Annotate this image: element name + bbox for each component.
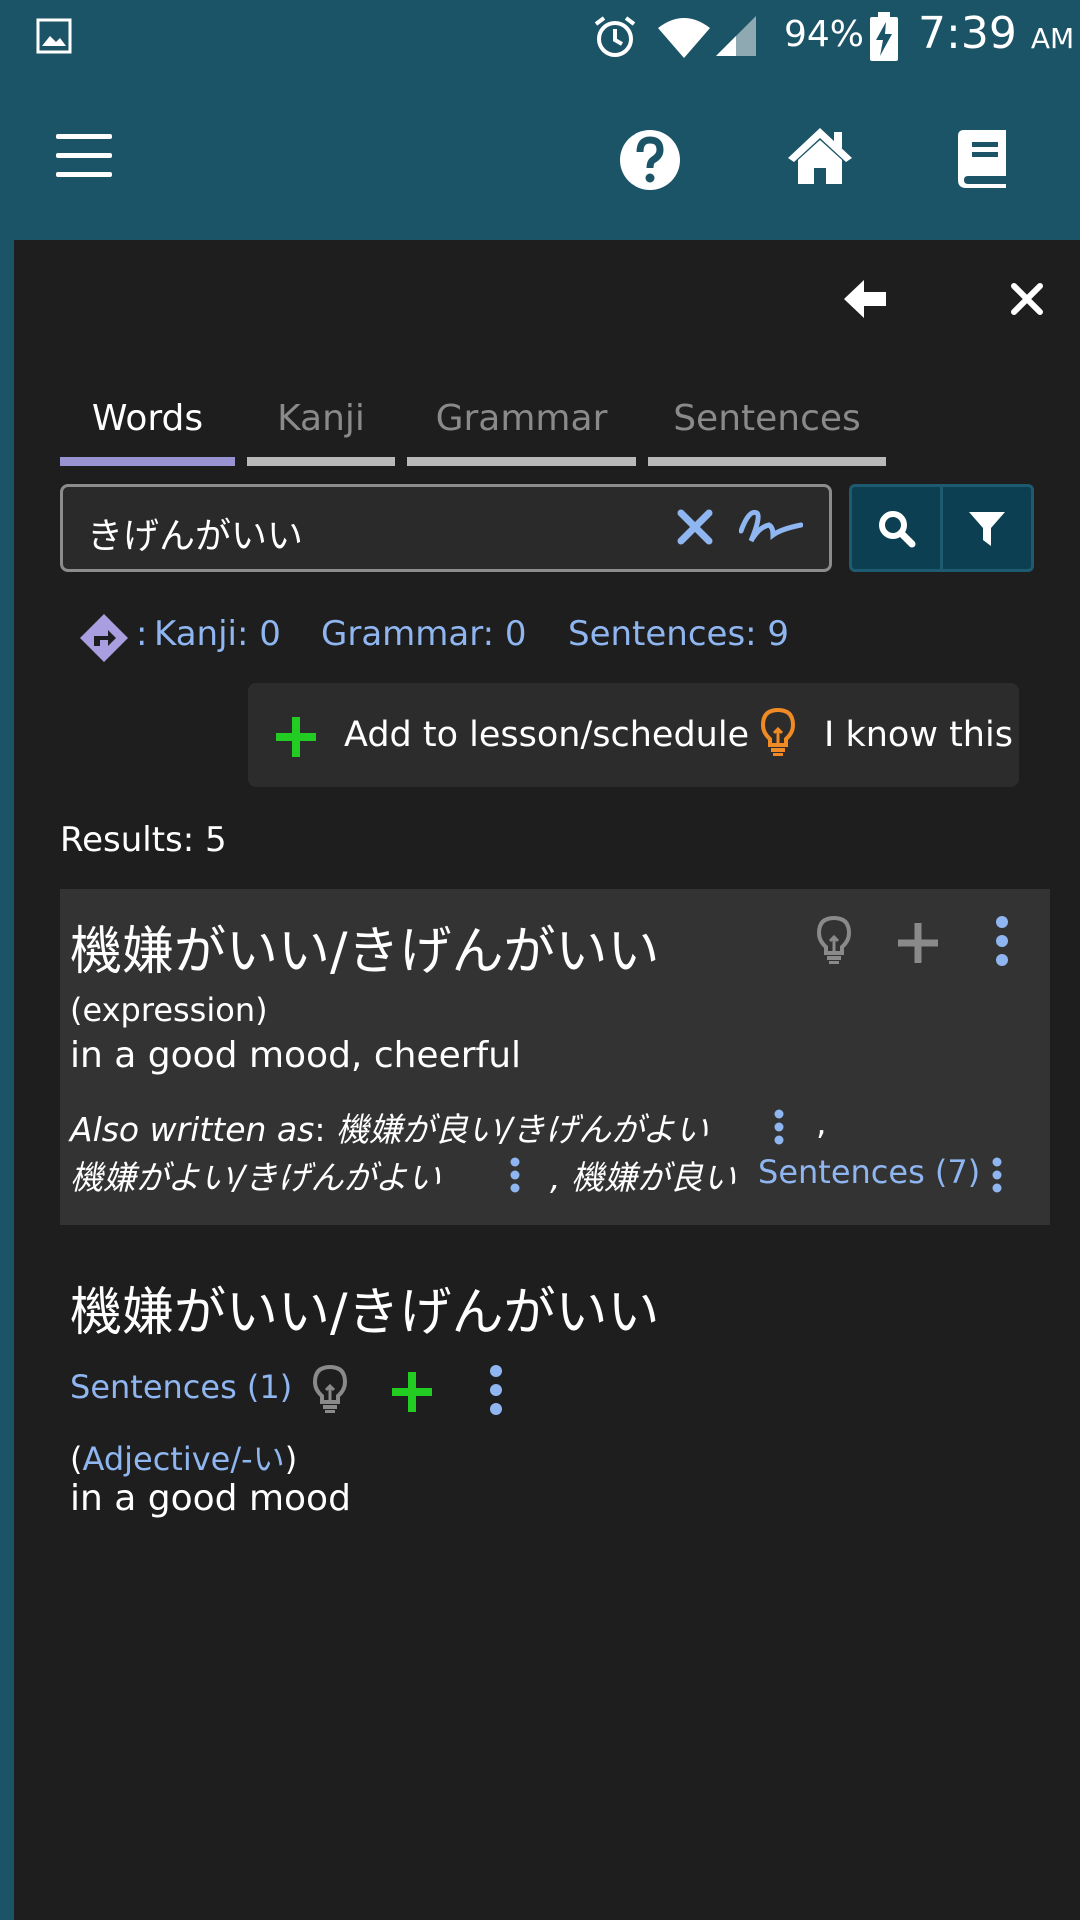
clear-icon[interactable] (675, 507, 715, 547)
tab-grammar[interactable]: Grammar (407, 398, 636, 466)
battery-percent: 94% (784, 14, 865, 55)
lightbulb-icon[interactable] (760, 707, 796, 757)
filter-icon (969, 512, 1005, 546)
tab-sentences-label: Sentences (673, 398, 861, 439)
tab-sentences[interactable]: Sentences (648, 398, 886, 466)
more-vertical-icon[interactable] (772, 1109, 786, 1145)
home-icon[interactable] (786, 126, 854, 186)
signal-icon (716, 16, 756, 56)
clock-ampm: AM (1030, 22, 1075, 55)
tab-kanji[interactable]: Kanji (247, 398, 395, 466)
help-icon[interactable] (618, 128, 682, 192)
related-colon: : (136, 614, 148, 654)
tab-words[interactable]: Words (60, 398, 235, 466)
alt-form-2: 機嫌がよい/きげんがよい (70, 1158, 441, 1197)
book-icon[interactable] (956, 128, 1010, 188)
pos-close-paren: ) (284, 1440, 298, 1478)
status-bar: 94% 7:39 AM (0, 0, 1080, 76)
entry-title: 機嫌がいい/きげんがいい (70, 1283, 660, 1343)
tab-kanji-label: Kanji (277, 398, 365, 439)
plus-icon[interactable] (390, 1370, 434, 1414)
results-count: Results: 5 (60, 820, 227, 860)
filter-button[interactable] (940, 487, 1031, 569)
tab-grammar-label: Grammar (435, 398, 608, 439)
action-bar: Add to lesson/schedule I know this (248, 683, 1019, 787)
i-know-this-button[interactable]: I know this (824, 715, 1013, 755)
clock-time: 7:39 (918, 8, 1017, 59)
hamburger-menu-icon[interactable] (56, 134, 112, 178)
clock: 7:39 AM (918, 8, 1074, 59)
sentences-link[interactable]: Sentences (7) (758, 1153, 980, 1191)
result-entry: 機嫌がいい/きげんがいい (expression) in a good mood… (60, 889, 1050, 1225)
handwriting-icon[interactable] (739, 507, 803, 547)
entry-gloss: in a good mood, cheerful (70, 1035, 522, 1076)
plus-icon[interactable] (896, 921, 940, 965)
search-button[interactable] (852, 487, 940, 569)
add-to-lesson-button[interactable]: Add to lesson/schedule (344, 715, 749, 755)
grammar-count-link[interactable]: Grammar: 0 (321, 614, 527, 654)
battery-charging-icon (870, 12, 898, 61)
result-entry: 機嫌がいい/きげんがいい Sentences (1) (Adjective/-い… (60, 1260, 1050, 1540)
related-directions-icon (80, 614, 128, 662)
back-arrow-icon[interactable] (842, 278, 888, 320)
alt-form-3: , 機嫌が良い (550, 1158, 736, 1197)
close-icon[interactable] (1010, 282, 1044, 316)
search-value: きげんがいい (87, 516, 304, 557)
also-written-label: Also written as (70, 1110, 315, 1149)
search-button-group (849, 484, 1034, 572)
plus-icon[interactable] (274, 715, 318, 759)
adjective-link[interactable]: Adjective/-い (82, 1440, 284, 1478)
image-icon (36, 18, 72, 54)
more-vertical-icon[interactable] (990, 1157, 1004, 1193)
search-input[interactable]: きげんがいい (60, 484, 832, 572)
alarm-icon (594, 16, 636, 57)
lightbulb-icon[interactable] (816, 915, 852, 965)
wifi-icon (658, 18, 710, 58)
alt-form-1: 機嫌が良い/きげんがよい (335, 1110, 709, 1149)
more-vertical-icon[interactable] (486, 1364, 506, 1416)
pos-open-paren: ( (70, 1440, 83, 1478)
search-icon (879, 511, 916, 548)
part-of-speech: (expression) (70, 991, 268, 1029)
also-written-line: Also written as: 機嫌が良い/きげんがよい (70, 1110, 709, 1149)
entry-gloss: in a good mood (70, 1478, 351, 1519)
alt-form-comma: , (816, 1103, 827, 1142)
entry-title: 機嫌がいい/きげんがいい (70, 922, 660, 982)
sentences-link[interactable]: Sentences (1) (70, 1368, 292, 1406)
more-vertical-icon[interactable] (992, 915, 1012, 967)
kanji-count-link[interactable]: Kanji: 0 (154, 614, 281, 654)
tab-words-label: Words (91, 398, 204, 439)
sentences-count-link[interactable]: Sentences: 9 (568, 614, 789, 654)
part-of-speech: (Adjective/-い) (70, 1434, 297, 1480)
lightbulb-icon[interactable] (312, 1364, 348, 1414)
app-bar (0, 76, 1080, 240)
tab-bar: Words Kanji Grammar Sentences (0, 398, 1080, 468)
more-vertical-icon[interactable] (508, 1157, 522, 1193)
